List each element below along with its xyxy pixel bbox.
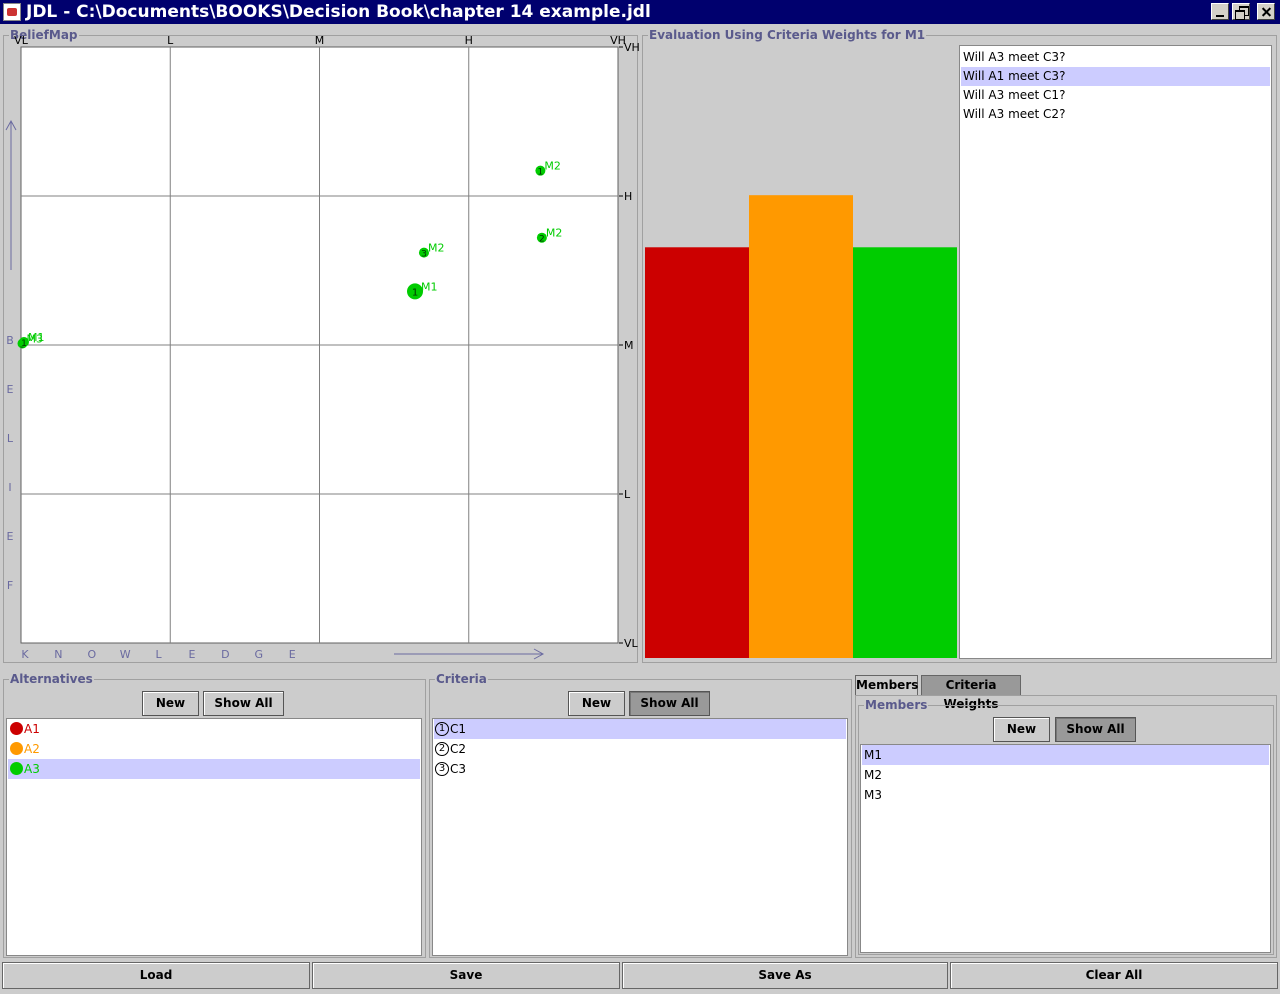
- x-axis-letter: L: [156, 648, 163, 661]
- question-item[interactable]: Will A3 meet C1?: [961, 86, 1270, 105]
- y-axis-letter: B: [6, 334, 14, 347]
- evaluation-bar: [645, 247, 749, 658]
- belief-map-y-ticks: VH H M L VL: [619, 41, 640, 650]
- x-axis-letter: O: [87, 648, 96, 661]
- evaluation-bar: [853, 247, 957, 658]
- y-tick-label: M: [624, 339, 634, 352]
- alternatives-title: Alternatives: [9, 672, 94, 686]
- x-tick-label: VL: [14, 34, 29, 47]
- x-axis-letter: N: [54, 648, 62, 661]
- criterion-number-icon: 2: [435, 742, 449, 756]
- criterion-number-icon: 3: [435, 762, 449, 776]
- question-item[interactable]: Will A1 meet C3?: [961, 67, 1270, 86]
- y-tick-label: H: [624, 190, 632, 203]
- criteria-new-button[interactable]: New: [568, 691, 625, 716]
- question-item[interactable]: Will A3 meet C3?: [961, 48, 1270, 67]
- member-item[interactable]: M1: [862, 745, 1269, 765]
- alternative-item[interactable]: A1: [8, 719, 420, 739]
- y-axis-letter: E: [7, 530, 14, 543]
- alternative-label: A2: [24, 742, 40, 756]
- tab-criteria-weights[interactable]: Criteria Weights: [921, 675, 1021, 711]
- x-tick-label: M: [315, 34, 325, 47]
- x-tick-label: H: [465, 34, 473, 47]
- close-button[interactable]: [1257, 3, 1275, 20]
- evaluation-chart: [645, 195, 957, 658]
- alternatives-new-button[interactable]: New: [142, 691, 199, 716]
- alternative-color-dot: [10, 762, 23, 775]
- y-tick-label: VH: [624, 41, 640, 54]
- member-item[interactable]: M3: [862, 785, 1269, 805]
- criterion-item[interactable]: 2 C2: [434, 739, 846, 759]
- alternative-color-dot: [10, 722, 23, 735]
- belief-point-member: M1: [28, 331, 45, 344]
- belief-point-criterion: 1: [21, 339, 27, 349]
- tab-members[interactable]: Members: [855, 675, 918, 695]
- belief-point-criterion: 1: [412, 287, 418, 298]
- criteria-list[interactable]: 1 C1 2 C2 3 C3: [432, 718, 848, 956]
- y-tick-label: VL: [624, 637, 639, 650]
- belief-point-criterion: 3: [421, 250, 427, 260]
- belief-map-x-ticks: VL L M H VH: [14, 34, 626, 47]
- evaluation-bar: [749, 195, 853, 658]
- members-new-button[interactable]: New: [993, 717, 1050, 742]
- alternative-label: A3: [24, 762, 40, 776]
- belief-point-member: M2: [546, 227, 563, 240]
- minimize-button[interactable]: [1211, 3, 1229, 20]
- x-axis-letter: E: [189, 648, 196, 661]
- x-axis-letter: E: [289, 648, 296, 661]
- belief-point-criterion: 2: [539, 235, 545, 245]
- y-axis-letter: E: [7, 383, 14, 396]
- alternatives-list[interactable]: A1 A2 A3: [6, 718, 422, 956]
- y-axis-letter: F: [7, 579, 13, 592]
- x-axis-letter: D: [221, 648, 229, 661]
- criterion-label: C2: [450, 742, 467, 756]
- evaluation-title: Evaluation Using Criteria Weights for M1: [648, 28, 927, 42]
- belief-map-chart[interactable]: VL L M H VH VHHMLVL K N O W L E D G EBELIEF 1 M22 M23 M…: [0, 0, 640, 665]
- alternative-item[interactable]: A3: [8, 759, 420, 779]
- restore-button[interactable]: [1232, 3, 1250, 20]
- save-button[interactable]: Save: [312, 962, 620, 989]
- y-tick-label: L: [624, 488, 631, 501]
- members-show-all-button[interactable]: Show All: [1055, 717, 1136, 742]
- y-axis-letter: L: [7, 432, 14, 445]
- criteria-title: Criteria: [435, 672, 488, 686]
- question-list[interactable]: Will A3 meet C3? Will A1 meet C3? Will A3 …: [959, 45, 1272, 659]
- y-axis-letter: I: [8, 481, 11, 494]
- members-list[interactable]: M1 M2 M3: [860, 744, 1271, 953]
- x-axis-letter: K: [21, 648, 29, 661]
- criterion-label: C1: [450, 722, 467, 736]
- member-item[interactable]: M2: [862, 765, 1269, 785]
- belief-point-criterion: 1: [538, 168, 544, 178]
- criterion-label: C3: [450, 762, 467, 776]
- criteria-show-all-button[interactable]: Show All: [629, 691, 710, 716]
- belief-point-member: M2: [544, 160, 561, 173]
- save-as-button[interactable]: Save As: [622, 962, 948, 989]
- question-item[interactable]: Will A3 meet C2?: [961, 105, 1270, 124]
- alternative-label: A1: [24, 722, 40, 736]
- criterion-item[interactable]: 1 C1: [434, 719, 846, 739]
- alternatives-show-all-button[interactable]: Show All: [203, 691, 284, 716]
- members-title: Members: [864, 698, 929, 712]
- criterion-item[interactable]: 3 C3: [434, 759, 846, 779]
- alternative-item[interactable]: A2: [8, 739, 420, 759]
- x-axis-letter: W: [120, 648, 131, 661]
- load-button[interactable]: Load: [2, 962, 310, 989]
- x-tick-label: L: [167, 34, 174, 47]
- clear-all-button[interactable]: Clear All: [950, 962, 1278, 989]
- criterion-number-icon: 1: [435, 722, 449, 736]
- alternative-color-dot: [10, 742, 23, 755]
- belief-point-member: M1: [421, 280, 438, 293]
- x-axis-letter: G: [255, 648, 264, 661]
- belief-point-member: M2: [428, 242, 445, 255]
